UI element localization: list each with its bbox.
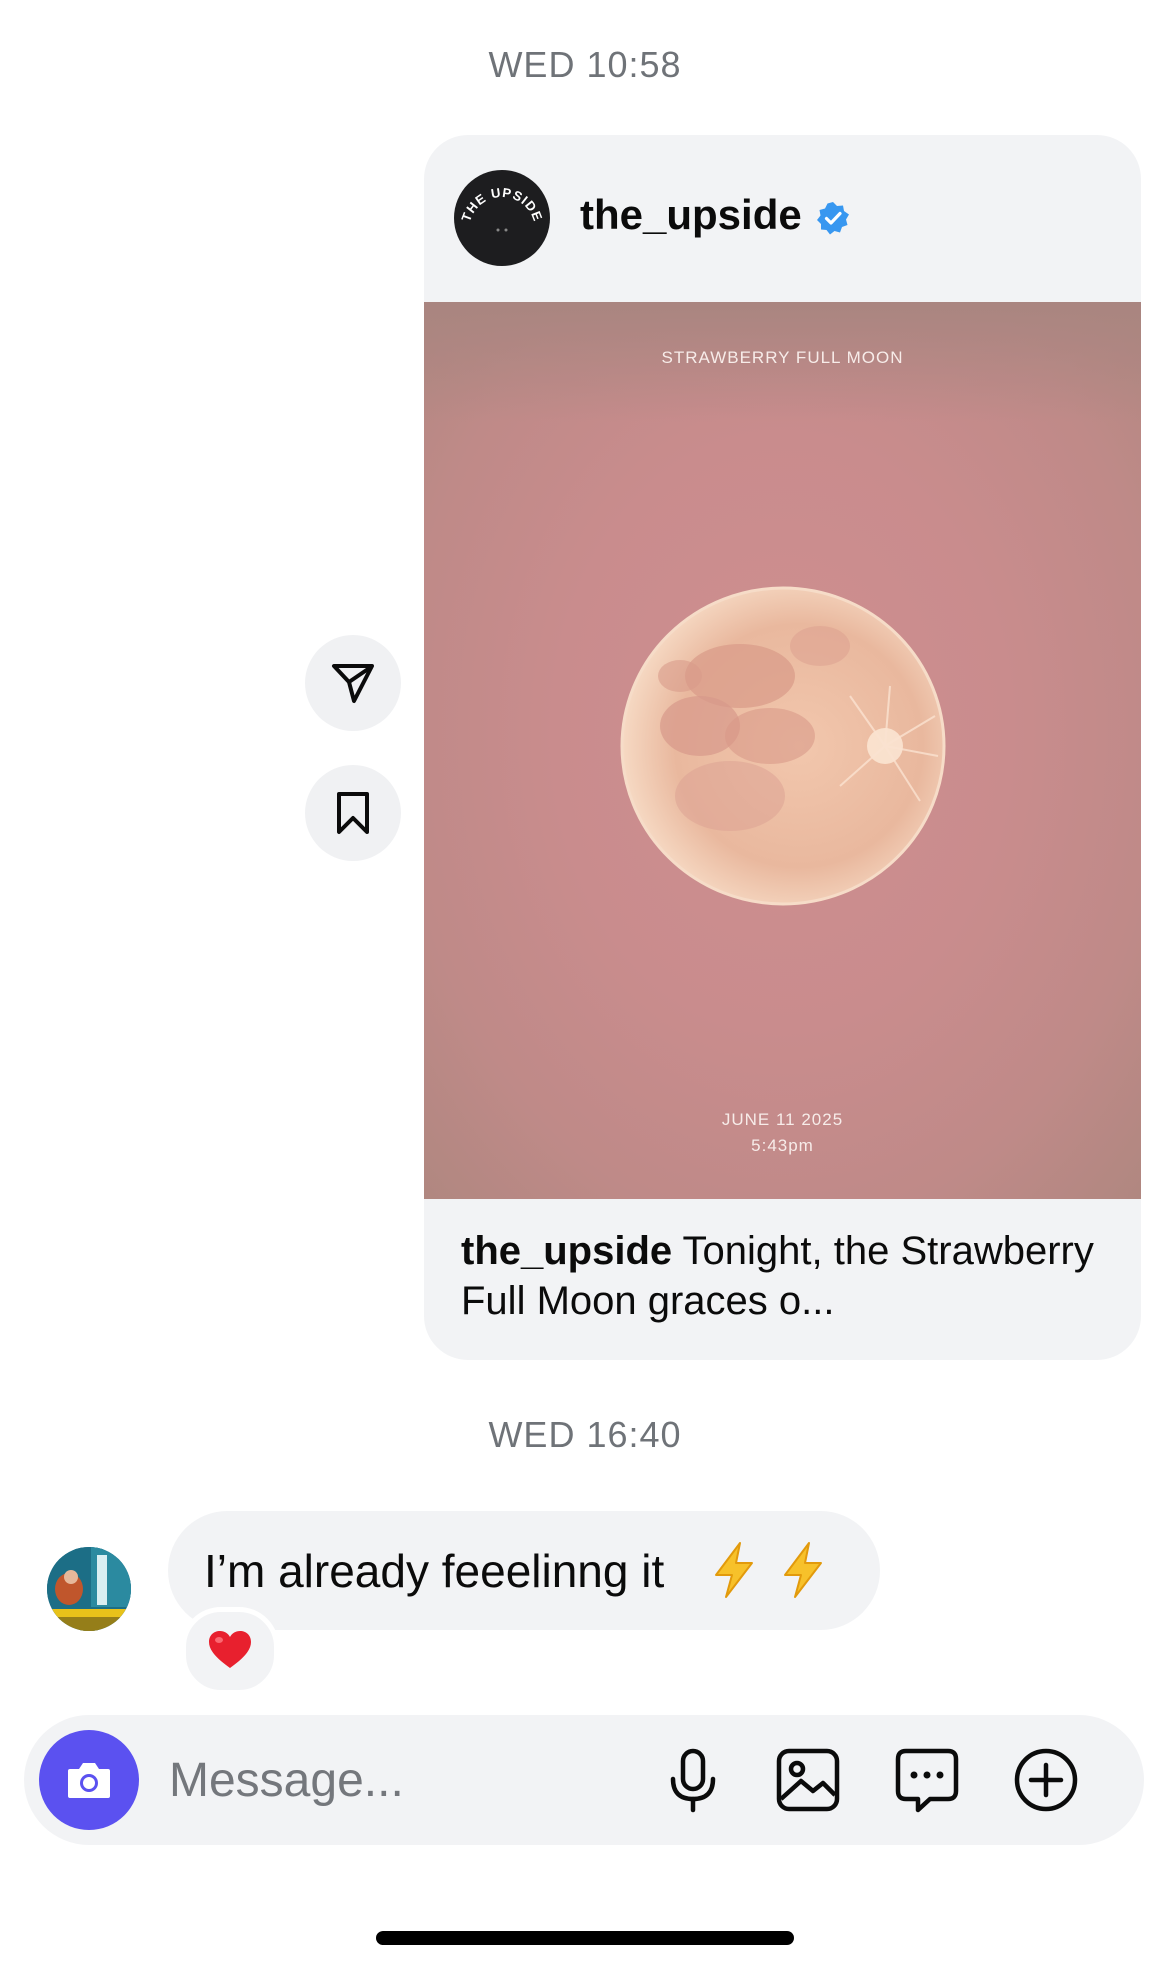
- avatar-photo: [47, 1547, 131, 1631]
- verified-badge-icon: [817, 202, 849, 235]
- incoming-message-bubble[interactable]: I’m already feeelinng it: [168, 1511, 880, 1630]
- camera-button[interactable]: [39, 1730, 139, 1830]
- post-image[interactable]: STRAWBERRY FULL MOON JUNE 11 2025 5:43pm: [424, 302, 1141, 1199]
- message-text: I’m already feeelinng it: [204, 1545, 665, 1597]
- shared-post-card[interactable]: THE UPSIDE the_upside STRAWBERRY FULL MO…: [424, 135, 1141, 1360]
- camera-icon: [68, 1763, 110, 1798]
- post-author-username[interactable]: the_upside: [580, 191, 802, 239]
- bookmark-icon: [337, 792, 369, 834]
- avatar-logo: THE UPSIDE: [458, 185, 545, 232]
- heart-reaction-badge[interactable]: [181, 1607, 279, 1695]
- post-header[interactable]: THE UPSIDE the_upside: [424, 135, 1141, 302]
- message-input[interactable]: [169, 1745, 619, 1815]
- image-date-text: JUNE 11 2025: [721, 1110, 844, 1129]
- avatar-logo-text: THE UPSIDE: [458, 185, 544, 224]
- timestamp-2: WED 16:40: [488, 1414, 682, 1455]
- paper-plane-icon: [332, 664, 374, 703]
- message-composer: [24, 1715, 1144, 1845]
- microphone-icon[interactable]: [658, 1745, 728, 1815]
- image-time-text: 5:43pm: [751, 1136, 814, 1155]
- svg-text:THE UPSIDE: THE UPSIDE: [458, 185, 545, 224]
- sticker-icon[interactable]: [892, 1745, 962, 1815]
- caption-username: the_upside: [461, 1229, 673, 1273]
- image-title-text: STRAWBERRY FULL MOON: [661, 348, 904, 367]
- full-moon-graphic: [620, 586, 946, 906]
- home-indicator[interactable]: [376, 1931, 794, 1945]
- timestamp-1: WED 10:58: [488, 44, 682, 85]
- high-voltage-emoji-icon: [784, 1542, 822, 1598]
- add-icon[interactable]: [1011, 1745, 1081, 1815]
- red-heart-icon: [209, 1631, 251, 1668]
- post-caption[interactable]: the_upside Tonight, the Strawberry Full …: [461, 1226, 1111, 1326]
- gallery-icon[interactable]: [773, 1745, 843, 1815]
- high-voltage-emoji-icon: [715, 1542, 753, 1598]
- share-button[interactable]: [305, 635, 401, 731]
- post-author-avatar[interactable]: THE UPSIDE: [454, 170, 550, 266]
- save-button[interactable]: [305, 765, 401, 861]
- sender-avatar[interactable]: [47, 1547, 131, 1631]
